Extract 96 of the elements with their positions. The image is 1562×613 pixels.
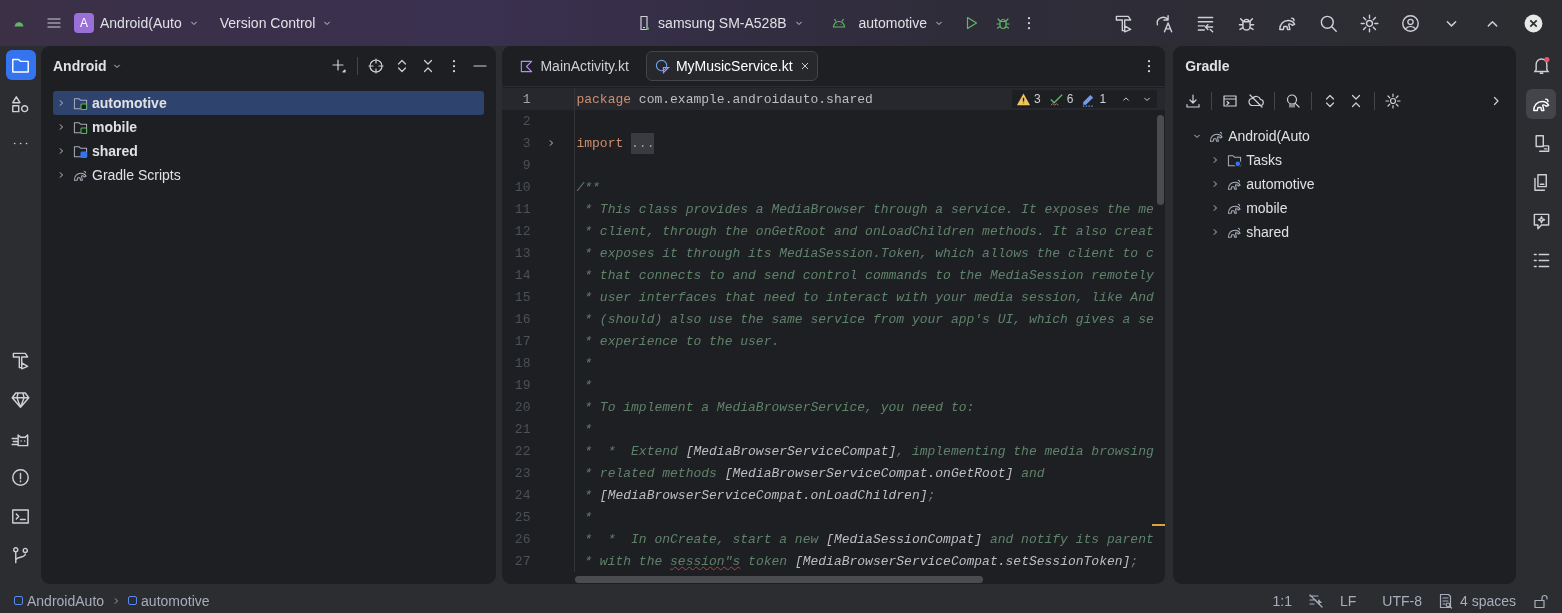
tree-item[interactable]: automotive [53,91,485,115]
tree-item[interactable]: mobile [53,115,485,139]
settings-icon[interactable] [1385,93,1402,109]
code-comment: * [583,377,593,393]
add-icon[interactable] [331,58,348,74]
line-number: 1 [521,91,531,107]
problems-icon[interactable] [11,467,30,487]
kotlin-file-icon [519,58,535,74]
service-file-icon [654,58,670,74]
locate-icon[interactable] [368,58,385,74]
code-comment: and [1020,465,1045,481]
code-comment: * with the [583,553,664,569]
hint-count[interactable]: 1 [1099,92,1107,106]
code-comment: * (should) also use the same service from your app's UI, which gives a se [583,311,1154,327]
terminal-icon[interactable] [11,506,30,526]
ai-off-icon[interactable] [1307,592,1324,609]
code-comment: * [583,355,593,371]
doc-reference: [MediaBrowserServiceCompat.onGetRoot] [724,465,1014,481]
tree-item[interactable]: Gradle Scripts [53,163,485,187]
vertical-scrollbar[interactable] [1157,115,1165,205]
warning-count[interactable]: 3 [1034,92,1041,106]
indent-icon[interactable] [1437,592,1454,609]
run-config-icon[interactable] [1222,93,1239,109]
device-selector[interactable]: samsung SM-A528B [628,11,813,35]
code-comment: * client, through the onGetRoot and onLoadChildren methods. It also creat [583,223,1154,239]
run-configuration-selector[interactable]: automotive [816,11,953,35]
code-comment: token [747,553,789,569]
tree-item[interactable]: Android(Auto [1189,124,1500,148]
tree-item[interactable]: shared [53,139,485,163]
misspelled-word: session"s [670,553,741,569]
file-tab[interactable]: MainActivity.kt [510,51,636,81]
tree-item[interactable]: shared [1207,220,1500,244]
project-selector[interactable]: A Android(Auto [66,9,208,37]
keyword: package [576,91,632,107]
chat-icon[interactable] [1531,211,1551,231]
translate-icon[interactable] [1155,13,1174,33]
line-separator[interactable]: LF [1339,592,1357,609]
breadcrumb[interactable]: automotive [128,592,210,609]
code-comment: ; [1130,553,1139,569]
code-comment: * experience to the user. [583,333,780,349]
code-comment: and notify its parent [988,531,1154,547]
tree-item[interactable]: Tasks [1207,148,1500,172]
code-comment: * related methods [583,465,718,481]
breadcrumb[interactable]: AndroidAuto [14,592,105,609]
caret-position[interactable]: 1:1 [1272,592,1292,609]
doc-reference: [MediaSessionCompat] [826,531,983,547]
version-control-menu[interactable]: Version Control [211,11,342,35]
library-folder-icon [73,143,88,159]
tasks-folder-icon [1227,152,1243,168]
download-icon[interactable] [1185,93,1202,109]
file-tab[interactable]: MyMusicService.kt [645,51,818,81]
indent-setting[interactable]: 4 spaces [1459,592,1516,609]
doc-reference: [MediaBrowserServiceCompat.onLoadChildren] [599,487,928,503]
warning-marker[interactable] [1152,524,1166,526]
build-run-icon[interactable] [1114,13,1133,33]
hammer-icon[interactable] [11,350,30,370]
tree-item[interactable]: mobile [1207,196,1500,220]
gem-icon[interactable] [11,389,30,409]
code-comment: ; [927,487,936,503]
doc-reference: [MediaBrowserServiceCompat.setSessionToken] [794,553,1131,569]
warning-icon[interactable] [1016,91,1032,107]
project-view-selector[interactable]: Android [53,58,123,74]
menu-icon[interactable] [46,15,62,31]
analyze-icon[interactable] [1285,93,1302,109]
code-comment: * user interfaces that need to interact with your media session, like And [583,289,1154,305]
unlocked-icon[interactable] [1532,592,1548,609]
code-comment: * that connects to and send control commands to the MediaSession remotely [583,267,1154,283]
code-comment: * [583,487,594,503]
offline-icon[interactable] [1248,93,1265,109]
folded-code[interactable]: ... [631,132,655,154]
file-encoding[interactable]: UTF-8 [1382,592,1422,609]
code-comment: * * Extend [583,443,679,459]
keyword: import [576,135,624,151]
module-folder-icon [73,95,88,111]
code-comment: * This class provides a MediaBrowser through a service. It exposes the me [583,201,1154,217]
code-text: com.example.androidauto.shared [637,91,873,107]
code-comment: /** [576,179,600,195]
code-comment: , implementing the media browsing [896,443,1154,459]
code-comment: * To implement a MediaBrowserService, you need to: [583,399,975,415]
code-comment: * [583,421,593,437]
horizontal-scrollbar[interactable] [575,576,984,583]
panel-title: Gradle [1185,58,1230,74]
code-comment: * [583,509,593,525]
typo-count[interactable]: 6 [1066,92,1074,106]
tree-item[interactable]: automotive [1207,172,1500,196]
notifications-icon[interactable] [1531,55,1551,75]
close-icon[interactable] [1524,13,1543,33]
module-folder-icon [73,119,88,135]
account-icon[interactable] [1401,13,1420,33]
search-icon[interactable] [1319,13,1338,33]
shapes-icon[interactable] [11,94,30,114]
git-branch-icon[interactable] [11,545,30,565]
settings-icon[interactable] [1360,13,1379,33]
code-comment: * exposes it through its MediaSession.Token, which allows the client to c [583,245,1154,261]
doc-reference: [MediaBrowserServiceCompat] [685,443,897,459]
code-comment: * * In onCreate, start a new [583,531,820,547]
